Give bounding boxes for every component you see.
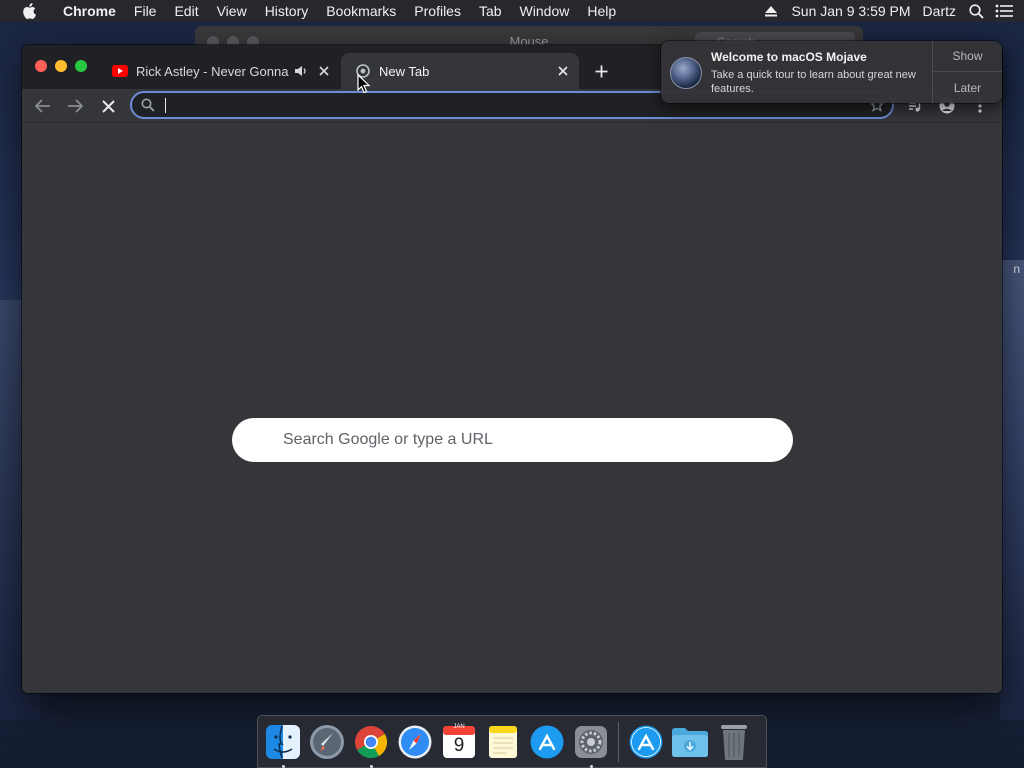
back-arrow-icon[interactable] [30, 94, 56, 118]
forward-arrow-icon[interactable] [62, 94, 88, 118]
tab-close-icon[interactable] [553, 61, 573, 81]
menu-help[interactable]: Help [578, 0, 625, 22]
notification-show-button[interactable]: Show [933, 41, 1002, 72]
desktop-wallpaper-right [1000, 260, 1024, 720]
downloads-folder-icon[interactable] [671, 722, 709, 762]
notification-title: Welcome to macOS Mojave [711, 50, 867, 64]
chrome-icon[interactable] [352, 722, 390, 768]
new-tab-plus-icon[interactable] [590, 60, 612, 82]
clock[interactable]: Sun Jan 9 3:59 PM [785, 0, 916, 22]
notification-actions: Show Later [932, 41, 1002, 103]
notification-center-icon[interactable] [990, 0, 1018, 22]
app-store-icon[interactable] [528, 722, 566, 762]
ntp-search-box[interactable]: Search Google or type a URL [232, 418, 793, 462]
calendar-month: JAN [453, 723, 465, 730]
menu-app-name[interactable]: Chrome [54, 0, 125, 22]
finder-icon[interactable] [264, 722, 302, 768]
dock-separator [618, 721, 619, 762]
eject-icon[interactable] [757, 0, 785, 22]
window-minimize-button[interactable] [55, 60, 67, 72]
audio-playing-icon[interactable] [292, 63, 310, 79]
menu-view[interactable]: View [208, 0, 256, 22]
tab-title: New Tab [379, 63, 430, 79]
notification-body: Take a quick tour to learn about great n… [711, 69, 916, 95]
launchpad-icon[interactable] [308, 722, 346, 762]
calendar-day: 9 [453, 734, 465, 756]
desktop-icon-label-fragment: n [1013, 262, 1020, 276]
tab-close-icon[interactable] [314, 61, 334, 81]
spotlight-search-icon[interactable] [962, 0, 990, 22]
menu-bookmarks[interactable]: Bookmarks [317, 0, 405, 22]
notification-later-button[interactable]: Later [933, 72, 1002, 103]
mouse-pointer-icon [357, 73, 371, 94]
text-cursor [165, 98, 166, 113]
window-zoom-button[interactable] [75, 60, 87, 72]
search-icon [141, 98, 155, 112]
app-store-download-icon[interactable] [627, 722, 665, 762]
notes-icon[interactable] [484, 722, 522, 762]
safari-icon[interactable] [396, 722, 434, 762]
menu-tab[interactable]: Tab [470, 0, 511, 22]
stop-loading-x-icon[interactable] [95, 94, 121, 118]
menu-window[interactable]: Window [511, 0, 579, 22]
tab-new-tab[interactable]: New Tab [341, 53, 579, 89]
youtube-icon [112, 63, 128, 79]
menu-history[interactable]: History [256, 0, 318, 22]
menu-profiles[interactable]: Profiles [405, 0, 470, 22]
apple-menu-icon[interactable] [20, 3, 38, 19]
dock: JAN 9 [257, 715, 767, 768]
macos-mojave-icon [670, 57, 702, 89]
window-close-button[interactable] [35, 60, 47, 72]
tab-youtube[interactable]: Rick Astley - Never Gonna Give You Up [104, 53, 340, 89]
menu-bar: Chrome File Edit View History Bookmarks … [0, 0, 1024, 22]
chrome-window: Rick Astley - Never Gonna Give You Up Ne… [22, 45, 1002, 693]
calendar-icon[interactable]: JAN 9 [440, 722, 478, 762]
notification-banner[interactable]: Welcome to macOS Mojave Take a quick tou… [661, 41, 1002, 103]
menu-file[interactable]: File [125, 0, 166, 22]
menu-edit[interactable]: Edit [165, 0, 207, 22]
system-preferences-icon[interactable] [572, 722, 610, 768]
user-menu[interactable]: Dartz [917, 0, 962, 22]
trash-icon[interactable] [715, 722, 753, 762]
window-controls [35, 60, 87, 72]
tab-title: Rick Astley - Never Gonna Give You Up [136, 63, 292, 79]
new-tab-page: Search Google or type a URL [22, 124, 1002, 693]
